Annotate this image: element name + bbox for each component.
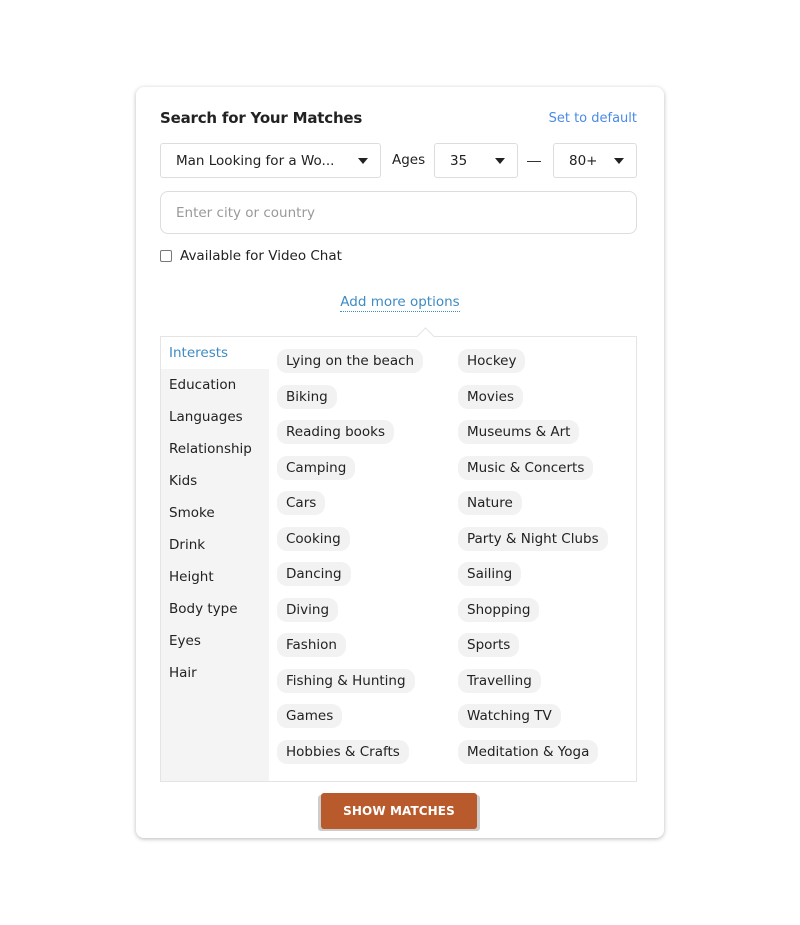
page-title: Search for Your Matches [160, 109, 363, 127]
category-education[interactable]: Education [161, 369, 269, 401]
interest-tag[interactable]: Fashion [277, 633, 346, 657]
interests-column-1: Lying on the beach Biking Reading books Cam… [277, 349, 424, 775]
category-hair[interactable]: Hair [161, 657, 269, 689]
set-default-link[interactable]: Set to default [549, 111, 637, 126]
caret-down-icon [358, 158, 368, 164]
search-card: Search for Your Matches Set to default M… [136, 87, 664, 838]
interest-tag[interactable]: Party & Night Clubs [458, 526, 608, 551]
category-height[interactable]: Height [161, 561, 269, 593]
video-chat-option[interactable]: Available for Video Chat [160, 248, 342, 264]
category-relationship[interactable]: Relationship [161, 433, 269, 465]
interest-tag[interactable]: Sailing [458, 562, 522, 586]
interest-tag[interactable]: Nature [458, 491, 522, 515]
panel-pointer [416, 327, 435, 346]
interest-tag[interactable]: Music & Concerts [458, 455, 594, 480]
category-languages[interactable]: Languages [161, 401, 269, 433]
category-kids[interactable]: Kids [161, 465, 269, 497]
add-more-options-row: Add more options [136, 291, 664, 312]
interest-tag[interactable]: Fishing & Hunting [277, 668, 415, 693]
category-list: Interests Education Languages Relationship K… [161, 337, 269, 781]
age-from-select[interactable]: 35 [434, 143, 518, 178]
interest-tag[interactable]: Hobbies & Crafts [277, 739, 409, 764]
add-more-options-link[interactable]: Add more options [340, 294, 460, 312]
interest-tag[interactable]: Biking [277, 384, 337, 409]
interest-tag[interactable]: Cars [277, 491, 326, 515]
age-to-select[interactable]: 80+ [553, 143, 637, 178]
video-chat-label: Available for Video Chat [180, 248, 342, 264]
video-chat-checkbox[interactable] [160, 250, 172, 262]
interest-tag[interactable]: Travelling [458, 668, 541, 693]
age-from-value: 35 [450, 152, 468, 169]
interest-tag[interactable]: Museums & Art [458, 420, 580, 444]
options-panel: Interests Education Languages Relationship K… [160, 327, 637, 782]
category-drink[interactable]: Drink [161, 529, 269, 561]
interest-tag[interactable]: Movies [458, 384, 523, 409]
caret-down-icon [495, 158, 505, 164]
interest-tag[interactable]: Sports [458, 633, 520, 657]
category-body-type[interactable]: Body type [161, 593, 269, 625]
interest-tag[interactable]: Reading books [277, 420, 395, 444]
interest-tag[interactable]: Watching TV [458, 704, 561, 728]
interest-tag[interactable]: Hockey [458, 349, 526, 373]
show-matches-button[interactable]: SHOW MATCHES [321, 793, 477, 829]
interest-tag[interactable]: Meditation & Yoga [458, 739, 599, 764]
gender-select-value: Man Looking for a Wo... [176, 152, 335, 169]
category-eyes[interactable]: Eyes [161, 625, 269, 657]
city-input[interactable] [160, 191, 637, 234]
interest-tag[interactable]: Cooking [277, 526, 350, 551]
interest-tag[interactable]: Games [277, 704, 343, 728]
caret-down-icon [614, 158, 624, 164]
gender-select[interactable]: Man Looking for a Wo... [160, 143, 381, 178]
interest-tag[interactable]: Shopping [458, 597, 540, 622]
category-interests[interactable]: Interests [161, 337, 269, 369]
age-to-value: 80+ [569, 152, 598, 169]
category-smoke[interactable]: Smoke [161, 497, 269, 529]
interest-tag[interactable]: Diving [277, 597, 339, 622]
interest-tag[interactable]: Lying on the beach [277, 349, 424, 373]
interests-column-2: Hockey Movies Museums & Art Music & Concert… [458, 349, 608, 775]
interest-tag[interactable]: Dancing [277, 562, 351, 586]
ages-label: Ages [392, 152, 426, 168]
age-range-dash [527, 161, 541, 162]
interest-tag[interactable]: Camping [277, 455, 356, 480]
